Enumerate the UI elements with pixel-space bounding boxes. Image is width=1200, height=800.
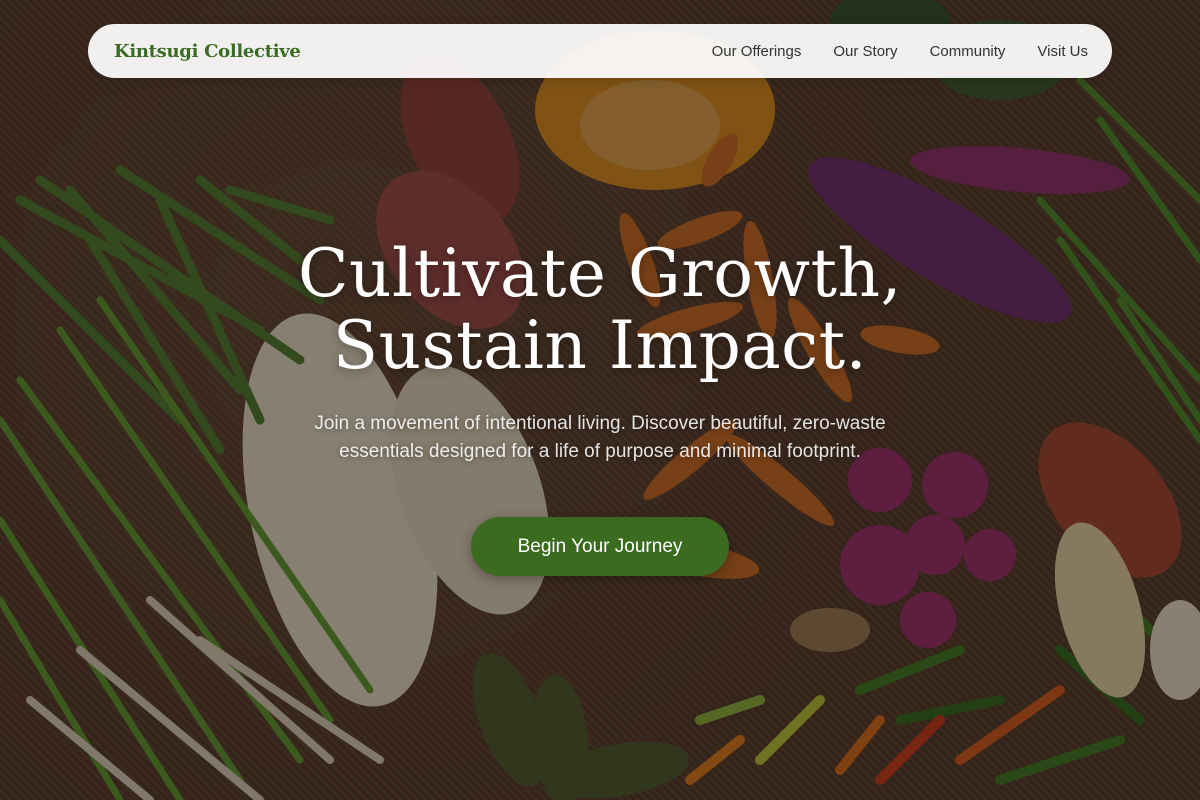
hero-headline-line-2: Sustain Impact. xyxy=(332,307,868,384)
nav-link-visit-us[interactable]: Visit Us xyxy=(1037,43,1088,60)
brand-logo[interactable]: Kintsugi Collective xyxy=(114,41,301,62)
hero-subtitle-line-1: Join a movement of intentional living. D… xyxy=(314,413,886,434)
navbar: Kintsugi Collective Our Offerings Our St… xyxy=(88,24,1112,78)
hero-subtitle-line-2: essentials designed for a life of purpos… xyxy=(339,441,861,462)
nav-link-our-offerings[interactable]: Our Offerings xyxy=(712,43,802,60)
nav-link-community[interactable]: Community xyxy=(930,43,1006,60)
hero-subtitle: Join a movement of intentional living. D… xyxy=(250,410,950,466)
hero-headline: Cultivate Growth, Sustain Impact. xyxy=(0,238,1200,382)
nav-link-our-story[interactable]: Our Story xyxy=(833,43,897,60)
hero-section: Cultivate Growth, Sustain Impact. Join a… xyxy=(0,238,1200,576)
begin-journey-button[interactable]: Begin Your Journey xyxy=(471,517,729,576)
hero-headline-line-1: Cultivate Growth, xyxy=(298,235,902,312)
nav-links: Our Offerings Our Story Community Visit … xyxy=(712,43,1088,60)
